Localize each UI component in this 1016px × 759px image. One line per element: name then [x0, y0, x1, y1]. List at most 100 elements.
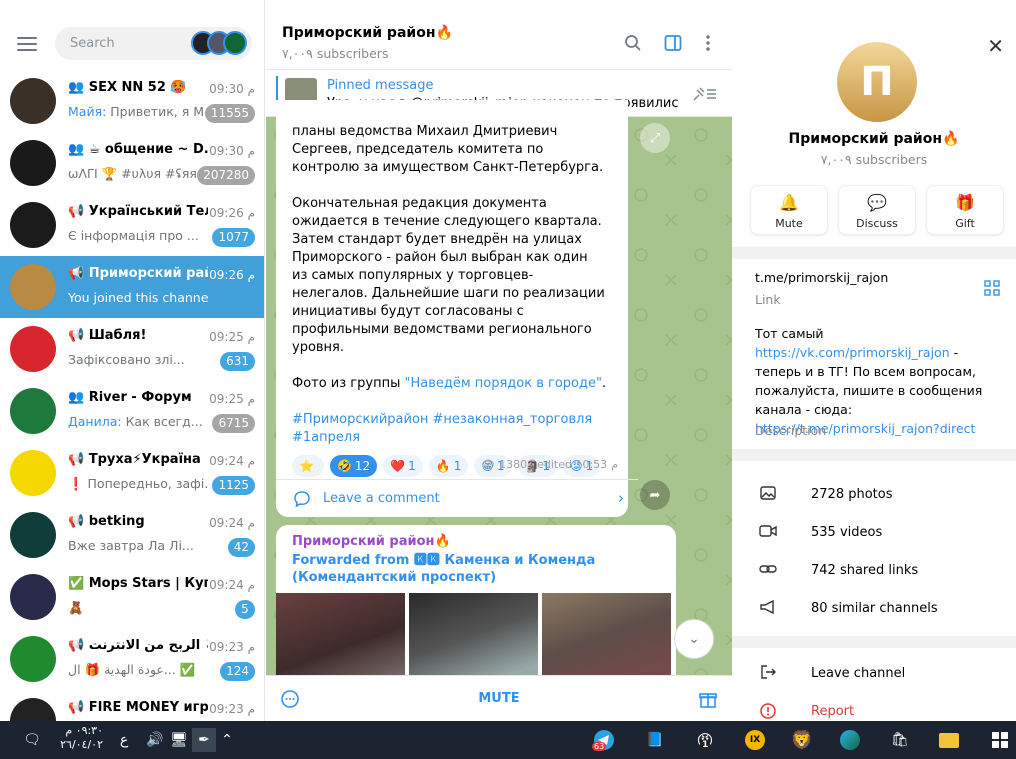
scroll-down-icon[interactable]: ⌄ [674, 619, 714, 659]
chat-preview-text: You joined this channel [68, 290, 208, 305]
pen-icon[interactable]: ✒ [192, 728, 216, 752]
telegram-window: — ❐ ✕ Search 👥 SEX NN 52 🥵م 09:30Майя: П… [0, 0, 1016, 721]
chat-list-item[interactable]: 📢 betking م 09:24 Вже завтра Ла Лі... 42 [0, 504, 264, 566]
forwarded-from[interactable]: Forwarded from 🅺🅺 Каменка и Коменда (Ком… [292, 552, 672, 586]
channel-link[interactable]: t.me/primorskij_rajon [755, 268, 888, 287]
chat-time: م 09:30 [209, 144, 255, 158]
photo-thumbnail[interactable] [276, 593, 405, 678]
chat-avatar [10, 326, 56, 372]
chat-list-item[interactable]: 📢 Шабля! م 09:25 Зафіксовано злі... 631 [0, 318, 264, 380]
chat-time-value: 09:26 [209, 268, 244, 282]
gift-icon[interactable] [698, 689, 718, 713]
forwarded-post-channel[interactable]: Приморский район🔥 [292, 534, 451, 549]
language-indicator[interactable]: ع [112, 728, 136, 752]
chat-list-item[interactable]: 👥 River - Форум م 09:25 Данила: Как всегд.… [0, 380, 264, 442]
chat-preview: Данила: Как всегд... [68, 414, 208, 429]
app-taskbar-icon[interactable]: 😠 1 [693, 728, 717, 752]
post-meta: 👁 1380 edited 10:53 م [481, 458, 618, 471]
post-source-link[interactable]: "Наведём порядок в городе" [404, 376, 602, 391]
chat-title: River - Форум [88, 390, 192, 405]
notes-app-icon[interactable]: 📘 [643, 728, 667, 752]
chat-list-item[interactable]: 📢 Приморский рай...م 09:26You joined thi… [0, 256, 264, 318]
mute-action-button[interactable]: 🔔 Mute [750, 185, 828, 235]
reaction-chip[interactable]: 🤣 12 [329, 455, 378, 477]
brave-browser-icon[interactable]: 🦁 [790, 728, 814, 752]
section-divider [732, 449, 1016, 461]
similar-channels-row[interactable]: 80 similar channels [732, 590, 1016, 628]
chat-time-prefix: م [247, 454, 255, 468]
windows-start-icon[interactable] [988, 728, 1012, 752]
taskbar-clock[interactable]: ٠٩:٣٠ م ٢٦/٠٤/٠٢ [55, 724, 103, 752]
chat-preview-text: Как всегд... [125, 414, 203, 429]
description-text-1: Тот самый [755, 326, 824, 341]
more-options-icon[interactable] [698, 34, 718, 54]
channel-avatar[interactable]: П [837, 42, 917, 122]
chat-time: م 09:26 [209, 268, 255, 282]
stories-avatars[interactable] [191, 31, 247, 55]
post-hashtags[interactable]: #Приморскийрайон #незаконная_торговля #1… [292, 411, 607, 447]
chat-list-item[interactable]: ✅ Mops Stars | Куп...م 09:24🧸5 [0, 566, 264, 628]
store-icon[interactable]: 🛍 [888, 728, 912, 752]
links-row[interactable]: 742 shared links [732, 552, 1016, 590]
search-input[interactable]: Search [55, 27, 252, 60]
edge-browser-icon[interactable] [838, 728, 862, 752]
photo-thumbnail[interactable] [409, 593, 538, 678]
leave-channel-row[interactable]: Leave channel [732, 655, 1016, 693]
pin-list-icon[interactable] [692, 86, 718, 106]
chat-list-item[interactable]: 📢 الربح من الانترنت 💸م 09:23عودة الهدية … [0, 628, 264, 690]
chat-time-prefix: م [247, 516, 255, 530]
videos-row[interactable]: 535 videos [732, 514, 1016, 552]
reaction-chip[interactable]: ❤️ 1 [383, 455, 423, 477]
chat-list-item[interactable]: 📢 Український Тел...م 09:26Є інформація … [0, 194, 264, 256]
sidebar-toggle-icon[interactable] [663, 34, 683, 54]
chat-time: م 09:26 [209, 206, 255, 220]
chat-preview-text: 🧸 [68, 600, 84, 615]
qr-code-icon[interactable] [984, 280, 1000, 300]
gift-action-button[interactable]: 🎁 Gift [926, 185, 1004, 235]
description-link-vk[interactable]: https://vk.com/primorskij_rajon [755, 345, 950, 360]
channel-post: планы ведомства Михаил Дмитриевич Сергее… [276, 100, 638, 517]
app-unread-badge: 1 [700, 740, 711, 750]
views-icon: 👁 [481, 458, 496, 471]
reaction-chip[interactable]: 🔥 1 [428, 455, 469, 477]
photo-grid[interactable] [276, 593, 671, 678]
chat-list-item[interactable]: 📢 FIRE MONEY игры م 09:23 [0, 690, 264, 721]
collapse-icon[interactable]: ⤢ [640, 123, 670, 153]
profile-title: Приморский район🔥 [788, 131, 960, 147]
chat-time-prefix: م [247, 640, 255, 654]
chat-list-panel: Search 👥 SEX NN 52 🥵 م 09:30 Майя: Привети… [0, 0, 265, 721]
photos-row[interactable]: 2728 photos [732, 476, 1016, 514]
chat-time-prefix: م [247, 330, 255, 344]
chat-list-item[interactable]: 📢 Труха⚡Україна م 09:24 ❗ Попередньо, зафі… [0, 442, 264, 504]
telegram-taskbar-icon[interactable]: 63 [592, 728, 616, 752]
leave-comment-button[interactable]: Leave a comment › [276, 479, 638, 517]
chat-list-item[interactable]: 👥 SEX NN 52 🥵 م 09:30 Майя: Приветик, я М.… [0, 70, 264, 132]
ix-app-icon[interactable]: IX [743, 728, 767, 752]
comment-icon [294, 491, 310, 508]
search-icon[interactable] [623, 34, 643, 54]
chat-title: Mops Stars | Куп... [88, 576, 208, 591]
link-caption: Link [755, 292, 781, 307]
close-icon[interactable]: ✕ [987, 34, 1004, 58]
file-explorer-icon[interactable] [937, 728, 961, 752]
mute-button[interactable]: MUTE [266, 691, 732, 706]
unread-badge: 5 [235, 600, 255, 619]
notification-icon[interactable]: 🗨 [20, 728, 44, 752]
post-views: 1380 [499, 458, 528, 471]
volume-icon[interactable]: 🔊 [143, 728, 167, 752]
menu-icon[interactable] [17, 37, 37, 55]
discuss-action-button[interactable]: 💬 Discuss [838, 185, 916, 235]
report-row[interactable]: Report [732, 693, 1016, 721]
network-icon[interactable]: 🖥 [167, 728, 191, 752]
chevron-up-icon[interactable]: ⌃ [215, 728, 239, 752]
chat-list-item[interactable]: 👥 ☕ общение ~ D... م 09:30 ωΛΓΙ 🏆 #υλυя #ʢ… [0, 132, 264, 194]
conversation-header[interactable]: Приморский район🔥 ٧,٠٠٩ subscribers [266, 0, 732, 70]
post-paragraph-1: планы ведомства Михаил Дмитриевич Сергее… [292, 124, 604, 175]
photo-thumbnail[interactable] [542, 593, 671, 678]
chat-title: FIRE MONEY игры [88, 700, 208, 715]
forward-icon[interactable]: ➦ [640, 480, 670, 510]
chat-time: م 09:30 [209, 82, 255, 96]
channel-title[interactable]: Приморский район🔥 [282, 25, 453, 41]
reaction-chip[interactable]: ⭐ [292, 455, 324, 477]
channel-info-panel: ✕ П Приморский район🔥 ٧,٠٠٩ subscribers … [732, 0, 1016, 721]
